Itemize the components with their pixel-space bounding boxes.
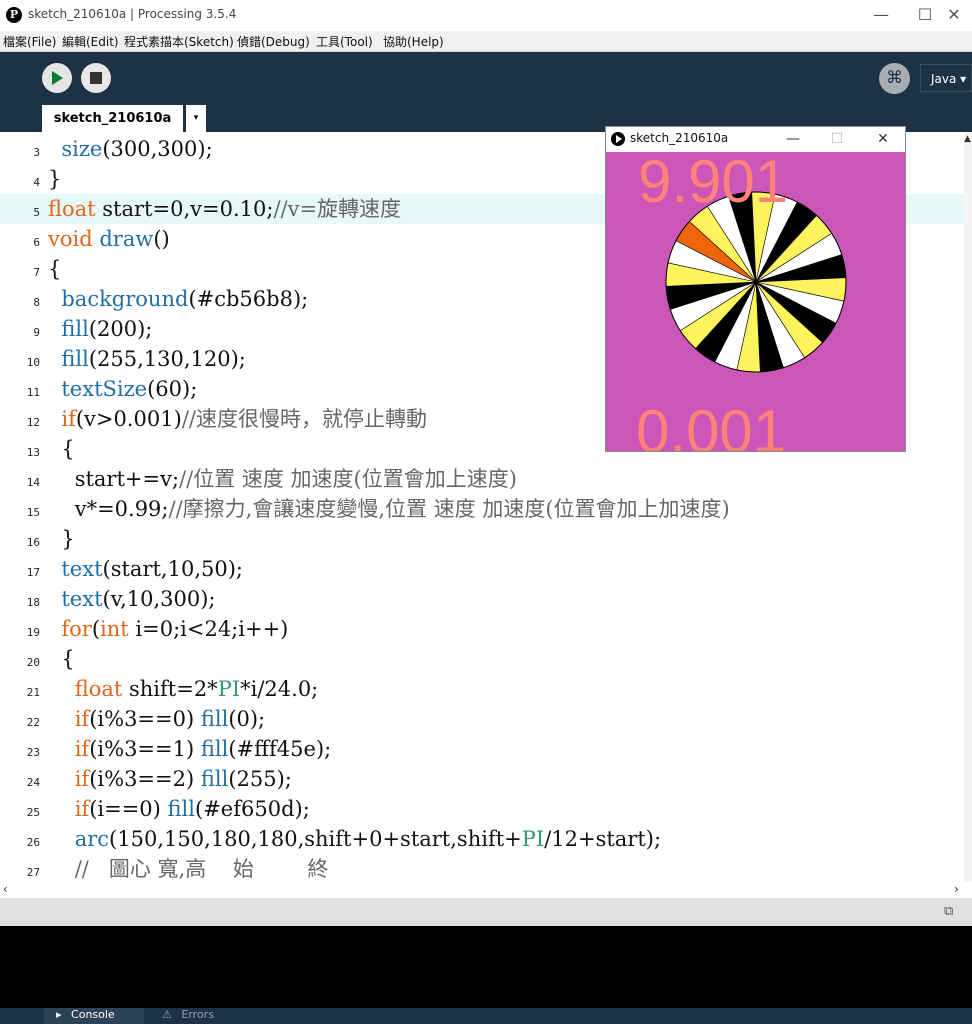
code-line[interactable]: v*=0.99;//摩擦力,會讓速度變慢,位置 速度 加速度(位置會加上加速度) (48, 496, 730, 522)
console-tab-label: Console (71, 1008, 115, 1021)
line-number: 15 (26, 506, 40, 519)
line-number: 13 (26, 446, 40, 459)
line-number: 4 (33, 176, 40, 189)
menu-file[interactable]: 檔案(File) (3, 33, 56, 50)
close-button[interactable]: ✕ (936, 2, 972, 28)
line-number: 24 (26, 776, 40, 789)
menu-edit[interactable]: 編輯(Edit) (62, 33, 119, 50)
line-number: 23 (26, 746, 40, 759)
line-number: 22 (26, 716, 40, 729)
code-line[interactable]: if(i%3==2) fill(255); (48, 766, 292, 792)
menu-bar: 檔案(File) 編輯(Edit) 程式素描本(Sketch) 偵錯(Debug… (0, 31, 972, 52)
code-line[interactable]: { (48, 436, 74, 462)
tab-errors[interactable]: ⚠ Errors (148, 1008, 248, 1024)
sketch-maximize-button[interactable]: ☐ (814, 128, 860, 150)
menu-debug[interactable]: 偵錯(Debug) (237, 33, 310, 50)
line-number: 6 (33, 236, 40, 249)
line-number: 9 (33, 326, 40, 339)
line-number: 18 (26, 596, 40, 609)
sketch-window[interactable]: sketch_210610a — ☐ ✕ 9.901 0.001 (605, 126, 906, 452)
code-line[interactable]: float shift=2*PI*i/24.0; (48, 676, 319, 702)
start-value-text: 9.901 (638, 152, 788, 215)
sketch-minimize-button[interactable]: — (770, 128, 816, 150)
code-line[interactable]: if(i%3==1) fill(#fff45e); (48, 736, 332, 762)
scroll-up-icon[interactable]: ▲ (964, 134, 971, 144)
menu-sketch[interactable]: 程式素描本(Sketch) (124, 33, 234, 50)
code-line[interactable]: text(v,10,300); (48, 586, 215, 612)
code-line[interactable]: float start=0,v=0.10;//v=旋轉速度 (48, 196, 401, 222)
play-icon (52, 71, 63, 85)
mode-selector[interactable]: Java ▾ (920, 64, 972, 92)
minimize-button[interactable]: — (858, 2, 904, 28)
line-number: 8 (33, 296, 40, 309)
sketch-app-icon (611, 132, 625, 146)
code-line[interactable]: size(300,300); (48, 136, 212, 162)
line-number: 11 (26, 386, 40, 399)
line-number: 17 (26, 566, 40, 579)
code-line[interactable]: start+=v;//位置 速度 加速度(位置會加上速度) (48, 466, 517, 492)
code-line[interactable]: fill(255,130,120); (48, 346, 246, 372)
line-number: 25 (26, 806, 40, 819)
code-line[interactable]: arc(150,150,180,180,shift+0+start,shift+… (48, 826, 661, 852)
vertical-scrollbar[interactable]: ▲ (964, 132, 972, 882)
console-tab-bar (0, 1008, 972, 1024)
tab-menu-button[interactable]: ▾ (186, 105, 206, 132)
code-line[interactable]: if(i==0) fill(#ef650d); (48, 796, 310, 822)
code-line[interactable]: for(int i=0;i<24;i++) (48, 616, 288, 642)
processing-app-icon: P (6, 7, 22, 23)
sketch-close-button[interactable]: ✕ (860, 128, 905, 150)
menu-tool[interactable]: 工具(Tool) (316, 33, 373, 50)
code-line[interactable]: // 圖心 寬,高 始 終 (48, 856, 329, 882)
stop-icon (90, 72, 102, 84)
line-number: 3 (33, 146, 40, 159)
menu-help[interactable]: 協助(Help) (383, 33, 444, 50)
code-line[interactable]: fill(200); (48, 316, 152, 342)
tab-console[interactable]: ▸ Console (44, 1008, 144, 1024)
horizontal-scrollbar[interactable]: ‹ › (0, 882, 972, 898)
code-line[interactable]: if(i%3==0) fill(0); (48, 706, 265, 732)
sketch-window-title: sketch_210610a (630, 131, 729, 145)
console-icon: ▸ (56, 1008, 62, 1021)
code-line[interactable]: if(v>0.001)//速度很慢時，就停止轉動 (48, 406, 427, 432)
line-number: 12 (26, 416, 40, 429)
line-number: 7 (33, 266, 40, 279)
code-line[interactable]: textSize(60); (48, 376, 197, 402)
scroll-left-icon[interactable]: ‹ (3, 882, 8, 896)
code-line[interactable]: } (48, 166, 61, 192)
spinning-wheel (665, 191, 847, 373)
code-line[interactable]: { (48, 256, 61, 282)
line-number: 26 (26, 836, 40, 849)
code-line[interactable]: { (48, 646, 74, 672)
debug-button[interactable]: ⌘ (879, 63, 910, 94)
console-area[interactable] (0, 926, 972, 1008)
line-number: 27 (26, 866, 40, 879)
copy-icon[interactable]: ⧉ (944, 904, 953, 919)
window-title: sketch_210610a | Processing 3.5.4 (28, 7, 237, 21)
stop-button[interactable] (81, 63, 111, 93)
code-line[interactable]: text(start,10,50); (48, 556, 243, 582)
scroll-right-icon[interactable]: › (954, 882, 959, 896)
line-number: 10 (26, 356, 40, 369)
speed-value-text: 0.001 (636, 398, 786, 452)
code-line[interactable]: void draw() (48, 226, 170, 252)
line-number-gutter: 3 4 5 6 7 8 9 10 11 12 13 14 15 16 17 18 19 20 21 22 23 24 25 2… (0, 132, 42, 882)
debug-butterfly-icon: ⌘ (886, 68, 903, 88)
warning-icon: ⚠ (162, 1008, 172, 1021)
code-line[interactable]: } (48, 526, 74, 552)
line-number: 20 (26, 656, 40, 669)
sketch-canvas: 9.901 0.001 (606, 152, 905, 452)
line-number: 19 (26, 626, 40, 639)
errors-tab-label: Errors (181, 1008, 214, 1021)
line-number: 14 (26, 476, 40, 489)
run-button[interactable] (42, 63, 72, 93)
line-number: 21 (26, 686, 40, 699)
line-number: 16 (26, 536, 40, 549)
tab-sketch[interactable]: sketch_210610a (42, 105, 183, 132)
title-bar: P sketch_210610a | Processing 3.5.4 — ☐ … (0, 0, 972, 31)
code-line[interactable]: background(#cb56b8); (48, 286, 308, 312)
line-number: 5 (33, 206, 40, 219)
status-bar: ⧉ (0, 898, 972, 926)
